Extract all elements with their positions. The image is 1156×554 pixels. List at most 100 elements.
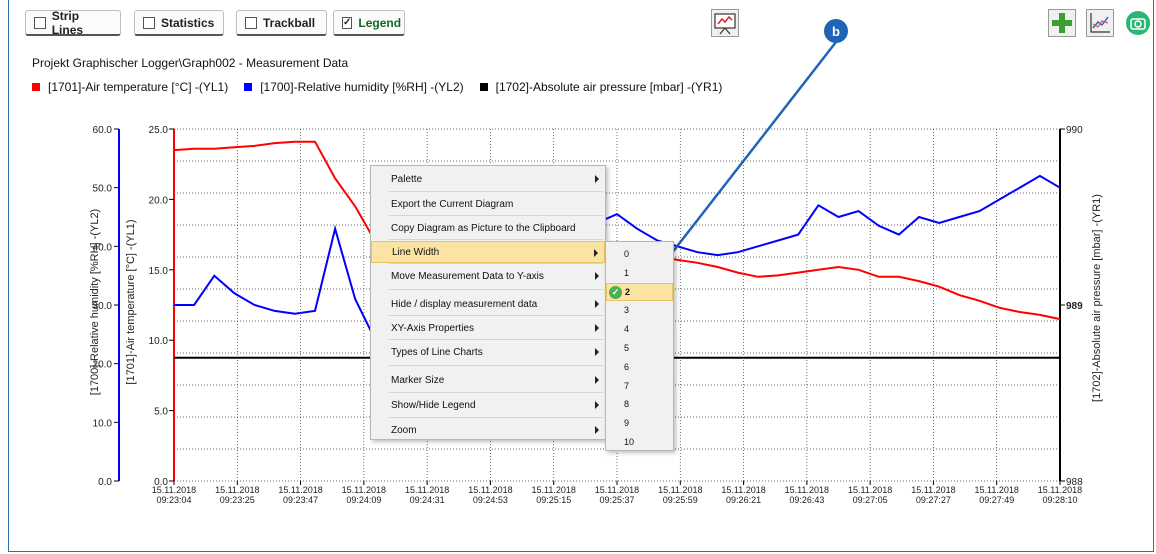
x-tick-date: 15.11.2018 [405, 485, 449, 495]
line-width-option-10[interactable]: 10 [606, 433, 673, 451]
yr1-tick-label: 989 [1066, 301, 1083, 312]
x-tick-time: 09:26:21 [726, 495, 761, 505]
menu-separator [389, 263, 603, 264]
submenu-arrow-icon [595, 348, 599, 356]
x-tick-time: 09:24:09 [346, 495, 381, 505]
menu-item-move-measurement-data-to-y-axis[interactable]: Move Measurement Data to Y-axis [371, 265, 605, 287]
x-tick-time: 09:23:04 [156, 495, 191, 505]
menu-item-xy-axis-properties[interactable]: XY-Axis Properties [371, 317, 605, 339]
menu-separator [389, 239, 603, 240]
line-width-option-label: 8 [624, 399, 630, 410]
menu-item-label: Line Width [392, 246, 440, 258]
menu-item-label: Copy Diagram as Picture to the Clipboard [391, 222, 576, 234]
yr1-tick-label: 990 [1066, 125, 1083, 136]
x-tick-date: 15.11.2018 [785, 485, 829, 495]
x-tick-time: 09:23:47 [283, 495, 318, 505]
x-tick-time: 09:27:27 [916, 495, 951, 505]
line-width-option-6[interactable]: 6 [606, 358, 673, 376]
x-tick-time: 09:28:10 [1042, 495, 1077, 505]
line-width-option-2[interactable]: ✓ 2 [606, 282, 673, 301]
line-width-option-label: 0 [624, 249, 630, 259]
x-tick-time: 09:26:43 [789, 495, 824, 505]
line-width-option-label: 2 [625, 286, 631, 297]
x-tick-time: 09:25:15 [536, 495, 571, 505]
line-width-option-3[interactable]: 3 [606, 301, 673, 319]
x-tick-date: 15.11.2018 [468, 485, 512, 495]
menu-item-hide-display-measurement-data[interactable]: Hide / display measurement data [371, 293, 605, 315]
line-width-option-5[interactable]: 5 [606, 339, 673, 357]
yr1-axis-title: [1702]-Absolute air pressure [mbar] -(YR… [1091, 194, 1103, 402]
menu-item-label: Show/Hide Legend [391, 399, 476, 411]
line-width-option-label: 7 [624, 380, 630, 391]
submenu-arrow-icon [594, 249, 598, 257]
x-tick-date: 15.11.2018 [911, 485, 955, 495]
menu-item-copy-diagram-as-picture-to-the-clipboard[interactable]: Copy Diagram as Picture to the Clipboard [371, 217, 605, 239]
line-width-option-1[interactable]: 1 [606, 264, 673, 282]
x-tick-date: 15.11.2018 [658, 485, 702, 495]
menu-item-line-width[interactable]: Line Width [371, 241, 605, 263]
line-width-option-4[interactable]: 4 [606, 320, 673, 338]
annotation-arrow-line [653, 41, 837, 277]
yl2-tick-label: 50.0 [93, 184, 113, 195]
submenu-arrow-icon [595, 300, 599, 308]
submenu-arrow-icon [595, 401, 599, 409]
yl2-tick-label: 60.0 [93, 125, 113, 136]
x-tick-time: 09:24:53 [473, 495, 508, 505]
line-width-option-8[interactable]: 8 [606, 395, 673, 413]
menu-separator [389, 392, 603, 393]
x-tick-time: 09:24:31 [410, 495, 445, 505]
x-tick-date: 15.11.2018 [532, 485, 576, 495]
x-tick-date: 15.11.2018 [975, 485, 1019, 495]
yl2-axis-title: [1700]-Relative humidity [%RH] -(YL2) [89, 209, 101, 395]
submenu-arrow-icon [595, 426, 599, 434]
annotation-badge-b: b [824, 19, 848, 43]
x-tick-time: 09:23:25 [220, 495, 255, 505]
submenu-arrow-icon [595, 376, 599, 384]
line-width-option-label: 1 [624, 267, 630, 278]
x-tick-date: 15.11.2018 [848, 485, 892, 495]
menu-item-show-hide-legend[interactable]: Show/Hide Legend [371, 394, 605, 416]
menu-item-palette[interactable]: Palette [371, 168, 605, 190]
line-width-option-label: 4 [624, 324, 630, 335]
yl1-tick-label: 20.0 [149, 195, 169, 206]
context-menu: Palette Export the Current Diagram Copy Di… [370, 165, 606, 440]
menu-item-zoom[interactable]: Zoom [371, 419, 605, 441]
menu-item-label: Move Measurement Data to Y-axis [391, 270, 544, 282]
menu-separator [389, 215, 603, 216]
x-tick-date: 15.11.2018 [342, 485, 386, 495]
x-tick-time: 09:25:59 [663, 495, 698, 505]
line-width-option-label: 3 [624, 305, 630, 316]
menu-item-marker-size[interactable]: Marker Size [371, 369, 605, 391]
x-tick-date: 15.11.2018 [721, 485, 765, 495]
yl2-tick-label: 0.0 [98, 477, 112, 488]
menu-item-label: Hide / display measurement data [391, 298, 538, 310]
menu-item-types-of-line-charts[interactable]: Types of Line Charts [371, 341, 605, 363]
submenu-arrow-icon [595, 324, 599, 332]
menu-item-label: XY-Axis Properties [391, 322, 474, 334]
x-tick-date: 15.11.2018 [595, 485, 639, 495]
menu-item-export-the-current-diagram[interactable]: Export the Current Diagram [371, 193, 605, 215]
menu-item-label: Palette [391, 173, 423, 185]
menu-separator [389, 365, 603, 366]
menu-separator [389, 191, 603, 192]
line-width-submenu: 0 1 ✓ 2 3 4 5 6 7 8 9 10 [605, 241, 674, 451]
line-width-option-0[interactable]: 0 [606, 245, 673, 263]
line-width-option-9[interactable]: 9 [606, 414, 673, 432]
menu-separator [389, 289, 603, 290]
x-tick-date: 15.11.2018 [278, 485, 322, 495]
annotation-layer [650, 41, 837, 282]
menu-separator [389, 417, 603, 418]
x-tick-time: 09:27:49 [979, 495, 1014, 505]
x-tick-date: 15.11.2018 [215, 485, 259, 495]
x-tick-date: 15.11.2018 [152, 485, 196, 495]
line-width-option-label: 5 [624, 343, 630, 353]
menu-separator [389, 339, 603, 340]
selected-check-icon: ✓ [609, 285, 622, 299]
menu-separator [389, 315, 603, 316]
line-width-option-7[interactable]: 7 [606, 377, 673, 395]
yl1-tick-label: 15.0 [149, 266, 169, 277]
yl1-tick-label: 10.0 [149, 336, 169, 347]
menu-item-label: Marker Size [391, 374, 445, 386]
yl2-tick-label: 10.0 [93, 418, 113, 429]
x-tick-date: 15.11.2018 [1038, 485, 1082, 495]
